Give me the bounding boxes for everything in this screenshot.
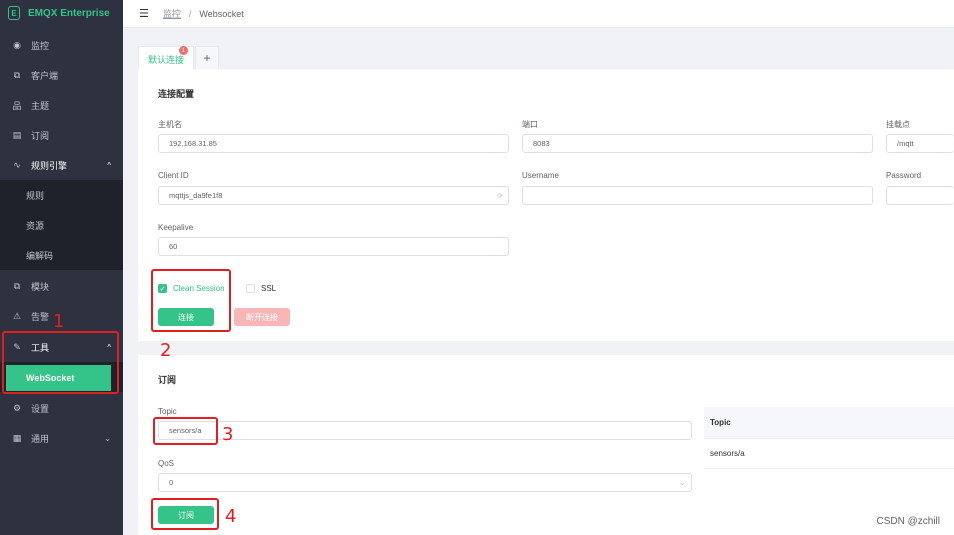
subscriptions-icon: ▤ xyxy=(12,129,22,140)
keepalive-input[interactable]: 60 xyxy=(158,237,509,256)
topbar: ☰ 监控 / Websocket xyxy=(123,0,954,28)
port-label: 端口 xyxy=(522,120,538,129)
qos-value: 0 xyxy=(169,478,174,487)
ssl-label: SSL xyxy=(261,284,277,293)
sidebar-item-rule-engine[interactable]: ∿ 规则引擎 ^ xyxy=(0,150,123,180)
connection-card: 连接配置 主机名 192.168.31.85 端口 8083 挂载点 /mqtt… xyxy=(138,69,954,341)
qos-select[interactable]: 0 ⌄ xyxy=(158,473,692,492)
host-input[interactable]: 192.168.31.85 xyxy=(158,134,509,153)
alarm-icon: ⚠ xyxy=(12,310,22,321)
sidebar-item-label: 客户端 xyxy=(31,70,59,81)
brand-name: EMQX Enterprise xyxy=(28,7,110,19)
checkbox-unchecked-icon xyxy=(246,284,255,293)
sidebar-item-rules[interactable]: 规则 xyxy=(0,180,123,210)
username-input[interactable] xyxy=(522,186,873,205)
annotation-box-connect xyxy=(151,269,231,332)
topic-label: Topic xyxy=(158,407,177,416)
clientid-value: mqttjs_da9fe1f8 xyxy=(169,191,223,200)
breadcrumb-separator: / xyxy=(188,8,192,19)
topics-icon: 品 xyxy=(12,100,22,111)
sidebar-item-resources[interactable]: 资源 xyxy=(0,210,123,240)
tab-label: 默认连接 xyxy=(147,54,184,65)
brand[interactable]: E EMQX Enterprise xyxy=(0,0,123,26)
refresh-icon[interactable]: ⟳ xyxy=(497,192,503,200)
sidebar-item-monitor[interactable]: ◉ 监控 xyxy=(0,30,123,60)
sidebar-item-label: 通用 xyxy=(31,433,50,444)
modules-icon: ⧉ xyxy=(13,280,21,291)
monitor-icon: ◉ xyxy=(13,39,21,50)
path-label: 挂载点 xyxy=(886,120,910,129)
sidebar-item-label: 规则引擎 xyxy=(31,160,68,171)
host-label: 主机名 xyxy=(158,120,182,129)
menu-toggle-icon[interactable]: ☰ xyxy=(139,7,149,20)
settings-icon: ⚙ xyxy=(12,402,22,413)
sidebar-item-codec[interactable]: 编解码 xyxy=(0,240,123,270)
breadcrumb-current: Websocket xyxy=(199,8,244,19)
sidebar-item-settings[interactable]: ⚙ 设置 xyxy=(0,393,123,423)
chevron-down-icon: ⌄ xyxy=(678,477,686,487)
annotation-box-subscribe xyxy=(151,498,219,530)
sidebar-item-subscriptions[interactable]: ▤ 订阅 xyxy=(0,120,123,150)
sidebar: E EMQX Enterprise ◉ 监控 ⧉ 客户端 品 主题 ▤ 订阅 ∿… xyxy=(0,0,123,535)
annotation-number-3: 3 xyxy=(222,424,234,445)
rule-engine-icon: ∿ xyxy=(13,159,21,170)
sidebar-item-label: 监控 xyxy=(31,40,50,51)
subscribe-title: 订阅 xyxy=(158,375,177,385)
sidebar-item-label: 告警 xyxy=(31,311,50,322)
password-label: Password xyxy=(886,171,922,180)
sidebar-item-label: 主题 xyxy=(31,100,50,111)
watermark: CSDN @zchill xyxy=(876,516,941,527)
tab-badge: 1 xyxy=(179,46,188,55)
connection-title: 连接配置 xyxy=(158,89,195,99)
chevron-up-icon: ^ xyxy=(107,160,111,170)
clients-icon: ⧉ xyxy=(13,69,21,80)
qos-label: QoS xyxy=(158,459,175,468)
annotation-number-4: 4 xyxy=(225,506,237,527)
username-label: Username xyxy=(522,171,559,180)
sidebar-item-general[interactable]: ▦ 通用 ⌄ xyxy=(0,423,123,453)
path-input[interactable]: /mqtt xyxy=(886,134,954,153)
general-icon: ▦ xyxy=(12,432,22,443)
sidebar-item-modules[interactable]: ⧉ 模块 xyxy=(0,271,123,301)
add-tab-button[interactable]: + xyxy=(195,46,219,70)
breadcrumb-monitor[interactable]: 监控 xyxy=(163,7,181,20)
password-input[interactable] xyxy=(886,186,954,205)
sidebar-item-label: 订阅 xyxy=(31,130,50,141)
sidebar-item-clients[interactable]: ⧉ 客户端 xyxy=(0,60,123,90)
topic-input[interactable]: sensors/a xyxy=(158,421,692,440)
clientid-label: Client ID xyxy=(158,171,189,180)
clientid-input[interactable]: mqttjs_da9fe1f8 ⟳ xyxy=(158,186,509,205)
port-input[interactable]: 8083 xyxy=(522,134,873,153)
tab-default-connection[interactable]: 默认连接 1 xyxy=(138,46,194,71)
annotation-box-topic xyxy=(153,417,218,445)
annotation-box-tools xyxy=(2,331,119,394)
sidebar-item-label: 设置 xyxy=(31,403,50,414)
annotation-number-2: 2 xyxy=(160,340,172,361)
keepalive-label: Keepalive xyxy=(158,223,194,232)
emqx-logo-icon: E xyxy=(8,6,20,20)
annotation-number-1: 1 xyxy=(53,311,65,332)
sidebar-item-topics[interactable]: 品 主题 xyxy=(0,90,123,120)
table-header-topic: Topic xyxy=(704,407,954,439)
disconnect-button[interactable]: 断开连接 xyxy=(234,308,290,326)
ssl-checkbox[interactable]: SSL xyxy=(246,284,276,293)
table-row[interactable]: sensors/a xyxy=(704,439,954,469)
sidebar-item-label: 模块 xyxy=(31,281,50,292)
chevron-down-icon: ⌄ xyxy=(104,433,111,443)
